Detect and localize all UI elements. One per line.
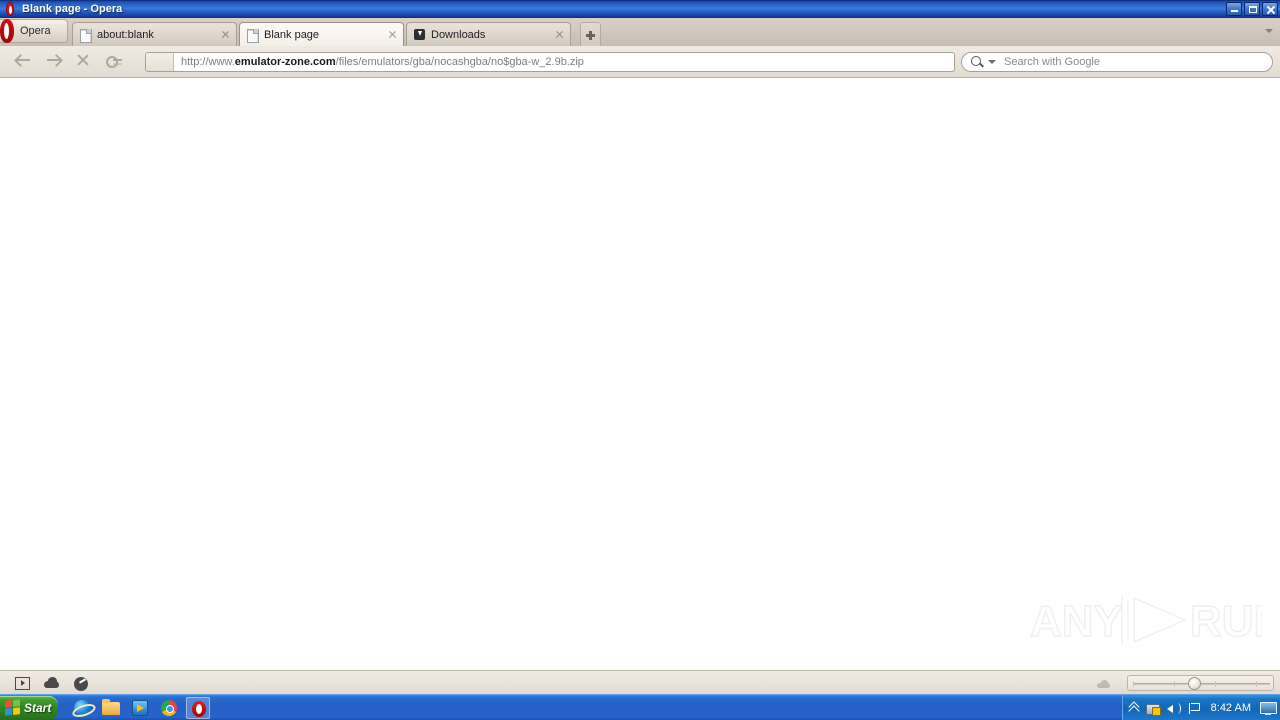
window-title-bar: Blank page - Opera — [0, 0, 1280, 18]
expand-tray-icon[interactable] — [1129, 701, 1139, 715]
tab-downloads[interactable]: Downloads — [406, 22, 571, 46]
gauge-icon[interactable] — [66, 672, 96, 694]
chrome-icon[interactable] — [157, 697, 181, 719]
security-badge[interactable] — [146, 53, 174, 71]
internet-explorer-icon[interactable] — [70, 697, 94, 719]
window-title: Blank page - Opera — [22, 3, 123, 15]
forward-button[interactable] — [38, 49, 68, 75]
stop-button[interactable] — [68, 49, 98, 75]
search-icon — [970, 55, 984, 69]
page-content-area: ANY RUN — [0, 78, 1280, 670]
url-domain: emulator-zone.com — [234, 56, 336, 68]
anyrun-watermark: ANY RUN — [1030, 596, 1262, 647]
zoom-slider-handle[interactable] — [1188, 677, 1201, 690]
tab-label: Blank page — [264, 28, 320, 41]
new-tab-button[interactable] — [580, 22, 601, 46]
media-player-icon[interactable] — [128, 697, 152, 719]
opera-menu-label: Opera — [20, 25, 51, 37]
cloud-icon[interactable] — [36, 672, 66, 694]
close-button[interactable] — [1262, 2, 1278, 16]
zoom-controls — [1093, 674, 1274, 692]
quick-launch-bar — [70, 696, 210, 719]
panel-toggle-icon[interactable] — [6, 672, 36, 694]
tab-about-blank[interactable]: about:blank — [72, 22, 237, 46]
opera-browser-window: Blank page - Opera Opera about:blank Bla… — [0, 0, 1280, 720]
maximize-button[interactable] — [1244, 2, 1260, 16]
opera-icon[interactable] — [186, 696, 210, 719]
search-input[interactable]: Search with Google — [1004, 56, 1100, 68]
taskbar-clock[interactable]: 8:42 AM — [1211, 702, 1251, 714]
tab-label: about:blank — [97, 28, 154, 41]
turbo-cloud-icon[interactable] — [1093, 674, 1115, 692]
tab-close-icon[interactable] — [386, 28, 399, 41]
file-explorer-icon[interactable] — [99, 697, 123, 719]
window-controls — [1226, 2, 1278, 16]
tab-label: Downloads — [431, 28, 486, 41]
start-button[interactable]: Start — [0, 695, 58, 720]
url-prefix: http://www. — [181, 56, 235, 68]
browser-status-bar — [0, 670, 1280, 694]
windows-taskbar: Start 8:42 AM — [0, 694, 1280, 720]
search-bar[interactable]: Search with Google — [961, 52, 1273, 72]
address-bar-text: http://www.emulator-zone.com/files/emula… — [181, 56, 584, 68]
tab-blank-page[interactable]: Blank page — [239, 22, 404, 46]
address-bar[interactable]: http://www.emulator-zone.com/files/emula… — [145, 52, 955, 72]
opera-logo-icon — [2, 1, 18, 17]
svg-text:RUN: RUN — [1190, 597, 1262, 646]
start-button-label: Start — [24, 700, 52, 715]
minimize-button[interactable] — [1226, 2, 1242, 16]
windows-flag-icon — [5, 699, 20, 716]
tab-close-icon[interactable] — [553, 28, 566, 41]
display-icon[interactable] — [1260, 701, 1277, 715]
zoom-slider-track — [1133, 683, 1270, 685]
security-center-icon[interactable] — [1187, 701, 1202, 716]
tab-strip: Opera about:blank Blank page Downloads — [0, 18, 1280, 46]
document-icon — [246, 28, 259, 43]
chevron-down-icon[interactable] — [1265, 29, 1273, 33]
document-icon — [79, 28, 92, 43]
volume-icon[interactable] — [1166, 701, 1181, 716]
tab-list: about:blank Blank page Downloads — [72, 22, 573, 46]
opera-logo-icon — [0, 19, 15, 43]
svg-text:ANY: ANY — [1030, 597, 1123, 646]
opera-menu-button[interactable]: Opera — [0, 19, 68, 43]
network-icon[interactable] — [1145, 701, 1161, 716]
security-key-icon[interactable] — [98, 49, 128, 75]
url-path: /files/emulators/gba/nocashgba/no$gba-w_… — [335, 56, 584, 68]
downloads-icon — [413, 28, 426, 42]
back-button[interactable] — [8, 49, 38, 75]
chevron-down-icon[interactable] — [988, 60, 996, 64]
tab-close-icon[interactable] — [219, 28, 232, 41]
system-tray: 8:42 AM — [1121, 696, 1280, 720]
zoom-slider[interactable] — [1127, 675, 1274, 691]
